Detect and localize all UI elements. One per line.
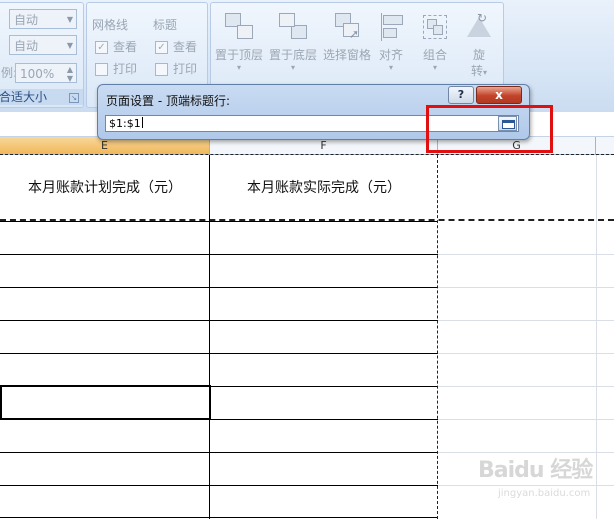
rotate-button[interactable]: ↻ 旋 转▾: [457, 9, 501, 87]
highlight-box: [426, 105, 553, 153]
selection-pane-button[interactable]: ➚ 选择窗格: [321, 9, 373, 87]
chevron-down-icon: ▾: [388, 63, 393, 72]
align-button[interactable]: 对齐 ▾: [369, 9, 413, 87]
group-icon: [419, 11, 451, 43]
text-caret: [141, 117, 143, 128]
selection-pane-label: 选择窗格: [322, 48, 371, 62]
help-button[interactable]: ?: [448, 86, 474, 104]
chevron-down-icon: ▾: [432, 63, 437, 72]
row-line: [0, 287, 438, 288]
bring-forward-button[interactable]: 置于顶层 ▾: [213, 9, 265, 87]
grid-line: [438, 254, 614, 255]
selection-pane-icon: ➚: [331, 11, 363, 43]
headings-view-checkbox[interactable]: ✓: [155, 41, 168, 54]
headings-title: 标题: [153, 18, 178, 32]
dialog-launcher-icon[interactable]: ↘: [69, 93, 79, 103]
bring-forward-icon: [223, 11, 255, 43]
headings-view-label: 查看: [173, 40, 198, 54]
baidu-watermark: Baidu 经验 jingyan.baidu.com: [478, 448, 608, 512]
height-value: 自动: [14, 39, 39, 53]
headings-print-label: 打印: [173, 62, 198, 76]
row-line: [0, 452, 438, 453]
row-line: [0, 320, 438, 321]
page-break-line: [437, 155, 438, 519]
gridlines-print-label: 打印: [113, 62, 138, 76]
chevron-down-icon: ▼: [66, 15, 73, 24]
header-cell-planned[interactable]: 本月账款计划完成（元）: [0, 155, 210, 221]
group-button[interactable]: 组合 ▾: [413, 9, 457, 87]
grid-line: [438, 287, 614, 288]
print-title-marquee-top: [0, 154, 614, 155]
spin-icon: ▲ ▼: [66, 65, 73, 83]
gridlines-title: 网格线: [92, 18, 129, 32]
gridlines-view-checkbox[interactable]: ✓: [95, 41, 108, 54]
rotate-label-line1: 旋: [472, 48, 485, 62]
width-value: 自动: [14, 13, 39, 27]
row-line: [0, 517, 438, 518]
rotate-icon: ↻: [463, 11, 495, 43]
grid-line: [438, 386, 614, 387]
column-line: [209, 155, 210, 519]
grid-line: [438, 353, 614, 354]
chevron-down-icon: ▾: [290, 63, 295, 72]
row-line: [0, 485, 438, 486]
grid-line: [438, 419, 614, 420]
group-label: 组合: [422, 48, 447, 62]
header-cell-actual[interactable]: 本月账款实际完成（元）: [210, 155, 438, 221]
gridlines-view-label: 查看: [113, 40, 138, 54]
row-line: [0, 353, 438, 354]
grid-line: [438, 320, 614, 321]
width-select[interactable]: 自动 ▼: [9, 9, 77, 29]
gridlines-print-checkbox[interactable]: [95, 63, 108, 76]
scale-group-label: 合适大小: [0, 90, 48, 104]
title-rows-value: $1:$1: [109, 117, 141, 130]
active-cell[interactable]: [0, 385, 211, 420]
rotate-label-line2: 转▾: [470, 64, 488, 78]
scale-stepper[interactable]: 100% ▲ ▼: [15, 63, 77, 83]
watermark-url: jingyan.baidu.com: [498, 488, 591, 499]
row-line: [0, 254, 438, 255]
scale-value: 100%: [20, 67, 55, 81]
row-line: [0, 221, 438, 222]
align-label: 对齐: [378, 48, 403, 62]
chevron-down-icon: ▾: [236, 63, 241, 72]
align-icon: [375, 11, 407, 43]
close-button[interactable]: x: [476, 86, 522, 104]
dialog-title: 页面设置 - 顶端标题行:: [106, 94, 231, 108]
headings-print-checkbox[interactable]: [155, 63, 168, 76]
send-backward-icon: [277, 11, 309, 43]
bring-forward-label: 置于顶层: [214, 48, 263, 62]
chevron-down-icon: ▼: [66, 41, 73, 50]
column-header-h[interactable]: [596, 137, 614, 154]
height-select[interactable]: 自动 ▼: [9, 35, 77, 55]
send-backward-label: 置于底层: [268, 48, 317, 62]
watermark-text: Baidu 经验: [478, 458, 593, 483]
send-backward-button[interactable]: 置于底层 ▾: [267, 9, 319, 87]
scale-to-fit-group: 自动 ▼ 自动 ▼ 例: 100% ▲ ▼ 合适大小 ↘: [0, 2, 84, 108]
